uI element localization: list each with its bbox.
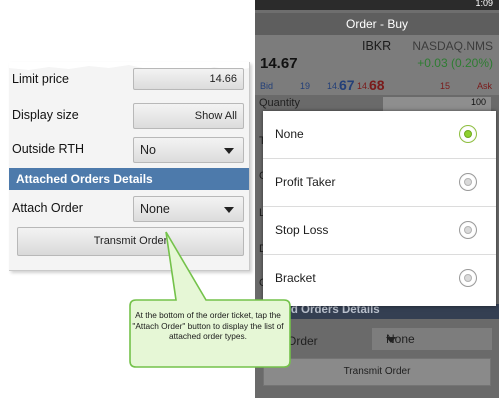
attached-orders-section-header: ched Orders Details	[255, 304, 499, 319]
transmit-order-button[interactable]: Transmit Order	[263, 358, 491, 386]
show-all-button[interactable]: Show All	[133, 103, 244, 129]
price-change: +0.03 (0.20%)	[417, 56, 493, 70]
limit-price-field[interactable]: 14.66	[133, 68, 244, 90]
outside-rth-select[interactable]: No	[133, 137, 244, 163]
callout-text: At the bottom of the order ticket, tap t…	[132, 310, 284, 341]
ask-price-big: 68	[369, 77, 385, 93]
attach-order-select[interactable]: None	[133, 196, 244, 222]
ask-label: Ask	[477, 81, 493, 91]
outside-rth-label: Outside RTH	[12, 142, 85, 156]
chevron-down-icon	[386, 337, 396, 343]
quantity-label: Quantity	[259, 97, 300, 109]
chevron-down-icon	[224, 148, 234, 154]
option-bracket[interactable]: Bracket	[263, 255, 496, 303]
quantity-field[interactable]: 100	[383, 97, 491, 111]
last-price: 14.67	[260, 55, 298, 72]
order-title-bar: Order - Buy	[255, 13, 499, 35]
status-clock: 1:09	[475, 0, 493, 8]
limit-price-label: Limit price	[12, 72, 69, 86]
radio-unselected-icon[interactable]	[459, 269, 477, 287]
bid-price-prefix: 14.	[327, 81, 340, 91]
bid-label: Bid	[260, 81, 274, 91]
ask-size: 15	[440, 81, 451, 91]
outside-rth-row: Outside RTH No	[9, 134, 249, 166]
option-profit-taker[interactable]: Profit Taker	[263, 159, 496, 207]
bid-size: 19	[300, 81, 311, 91]
option-label: Profit Taker	[275, 175, 336, 189]
display-size-label: Display size	[12, 108, 79, 122]
order-ticket-detail-panel: Limit price 14.66 Display size Show All …	[9, 62, 250, 271]
option-label: None	[275, 127, 304, 141]
attach-order-row: Attach Order None	[9, 193, 249, 225]
option-stop-loss[interactable]: Stop Loss	[263, 207, 496, 255]
attach-order-select[interactable]: None	[371, 327, 493, 351]
radio-unselected-icon[interactable]	[459, 221, 477, 239]
quote-panel: IBKR NASDAQ.NMS 14.67 +0.03 (0.20%) Bid …	[255, 35, 499, 95]
attach-order-value: None	[140, 202, 170, 216]
bid-price-big: 67	[339, 77, 355, 93]
attach-order-dialog: None Profit Taker Stop Loss Bracket	[263, 111, 496, 306]
option-label: Stop Loss	[275, 223, 329, 237]
limit-price-row: Limit price 14.66	[9, 64, 249, 96]
order-title: Order - Buy	[345, 17, 408, 31]
attach-order-label: Attach Order	[12, 201, 83, 215]
radio-unselected-icon[interactable]	[459, 173, 477, 191]
show-all-button-label: Show All	[194, 110, 237, 122]
status-bar: 1:09	[255, 0, 499, 10]
radio-selected-icon[interactable]	[459, 125, 477, 143]
option-label: Bracket	[275, 271, 316, 285]
option-none[interactable]: None	[263, 111, 496, 159]
symbol: IBKR	[362, 39, 392, 53]
display-size-row: Display size Show All	[9, 100, 249, 132]
bid-ask-row: Bid 19 14. 67 14. 68 15 Ask	[255, 77, 499, 95]
quantity-value: 100	[470, 97, 486, 107]
exchange: NASDAQ.NMS	[412, 39, 493, 53]
attached-orders-section-header: Attached Orders Details	[9, 168, 249, 190]
outside-rth-value: No	[140, 143, 156, 157]
limit-price-value: 14.66	[209, 73, 237, 85]
section-title: Attached Orders Details	[16, 172, 153, 186]
chevron-down-icon	[224, 207, 234, 213]
ask-price-prefix: 14.	[357, 81, 370, 91]
transmit-order-button[interactable]: Transmit Order	[17, 227, 244, 256]
